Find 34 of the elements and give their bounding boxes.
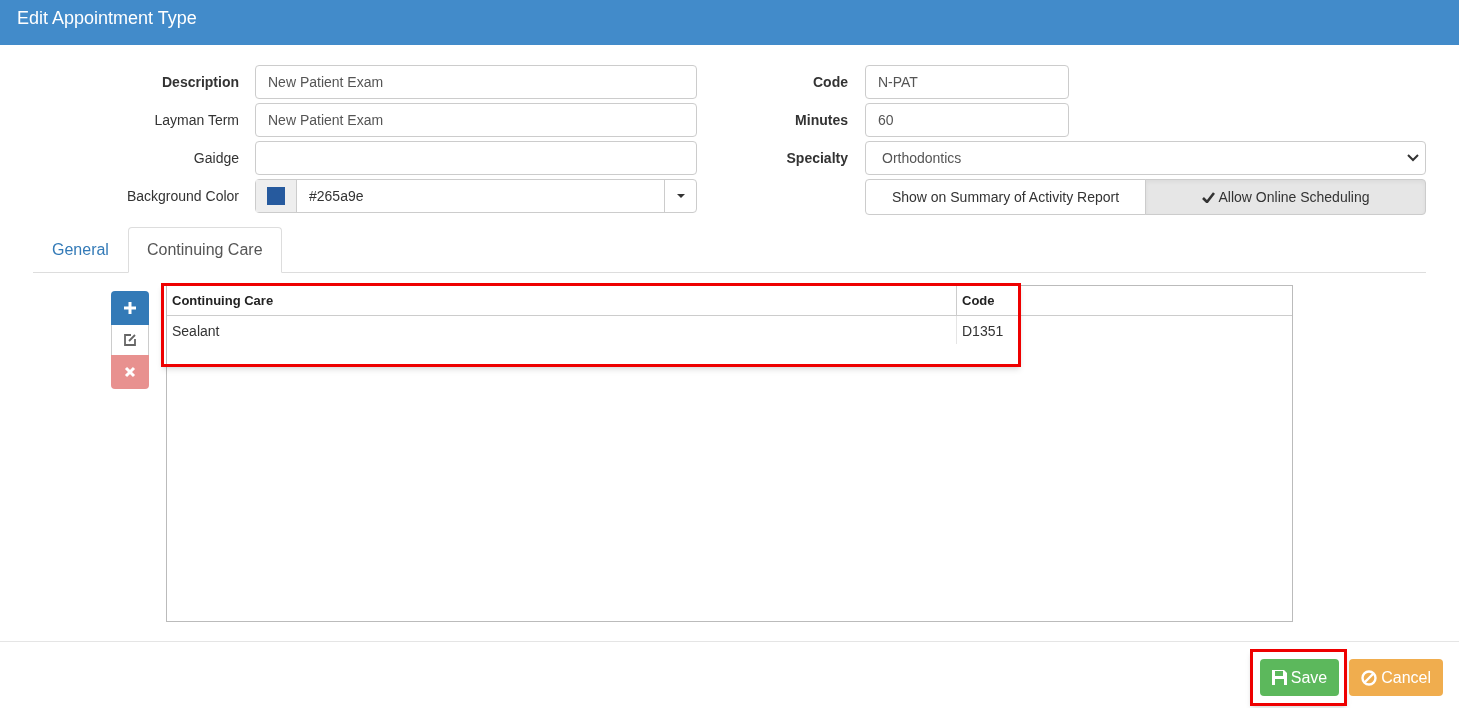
text-field[interactable] [255, 141, 697, 175]
ban-icon [1361, 669, 1378, 686]
field-label: Minutes [794, 110, 849, 130]
tab[interactable]: Continuing Care [127, 227, 282, 273]
plus-icon [123, 301, 137, 315]
column-header: Code [957, 286, 1021, 315]
window-title: Edit Appointment Type [17, 7, 197, 30]
chevron-down-icon [1407, 154, 1419, 162]
close-icon [124, 366, 136, 378]
field-label: Layman Term [153, 110, 240, 130]
text-field[interactable]: New Patient Exam [255, 103, 697, 137]
text-field[interactable]: New Patient Exam [255, 65, 697, 99]
table-cell: D1351 [957, 316, 1021, 344]
edit-icon [123, 333, 137, 347]
checkmark-icon [1201, 191, 1215, 203]
field-label: Background Color [125, 186, 240, 206]
table-cell: Sealant [167, 316, 957, 344]
add-button[interactable] [111, 291, 149, 325]
field-label: Code [812, 72, 849, 92]
toggle-button[interactable]: Show on Summary of Activity Report [865, 179, 1146, 215]
color-value: #265a9e [308, 186, 365, 206]
field-label: Description [161, 72, 240, 92]
text-field[interactable]: 60 [865, 103, 1069, 137]
toggle-button[interactable]: Allow Online Scheduling [1145, 179, 1426, 215]
color-picker-field[interactable]: #265a9e [255, 179, 697, 213]
field-label: Gaidge [192, 148, 240, 168]
edit-button[interactable] [111, 325, 149, 355]
column-header: Continuing Care [167, 286, 957, 315]
specialty-dropdown[interactable]: Orthodontics [865, 141, 1426, 175]
tab[interactable]: General [33, 227, 128, 273]
field-label: Specialty [785, 148, 849, 168]
text-field[interactable]: N-PAT [865, 65, 1069, 99]
caret-icon [676, 194, 685, 198]
delete-button[interactable] [111, 355, 149, 389]
